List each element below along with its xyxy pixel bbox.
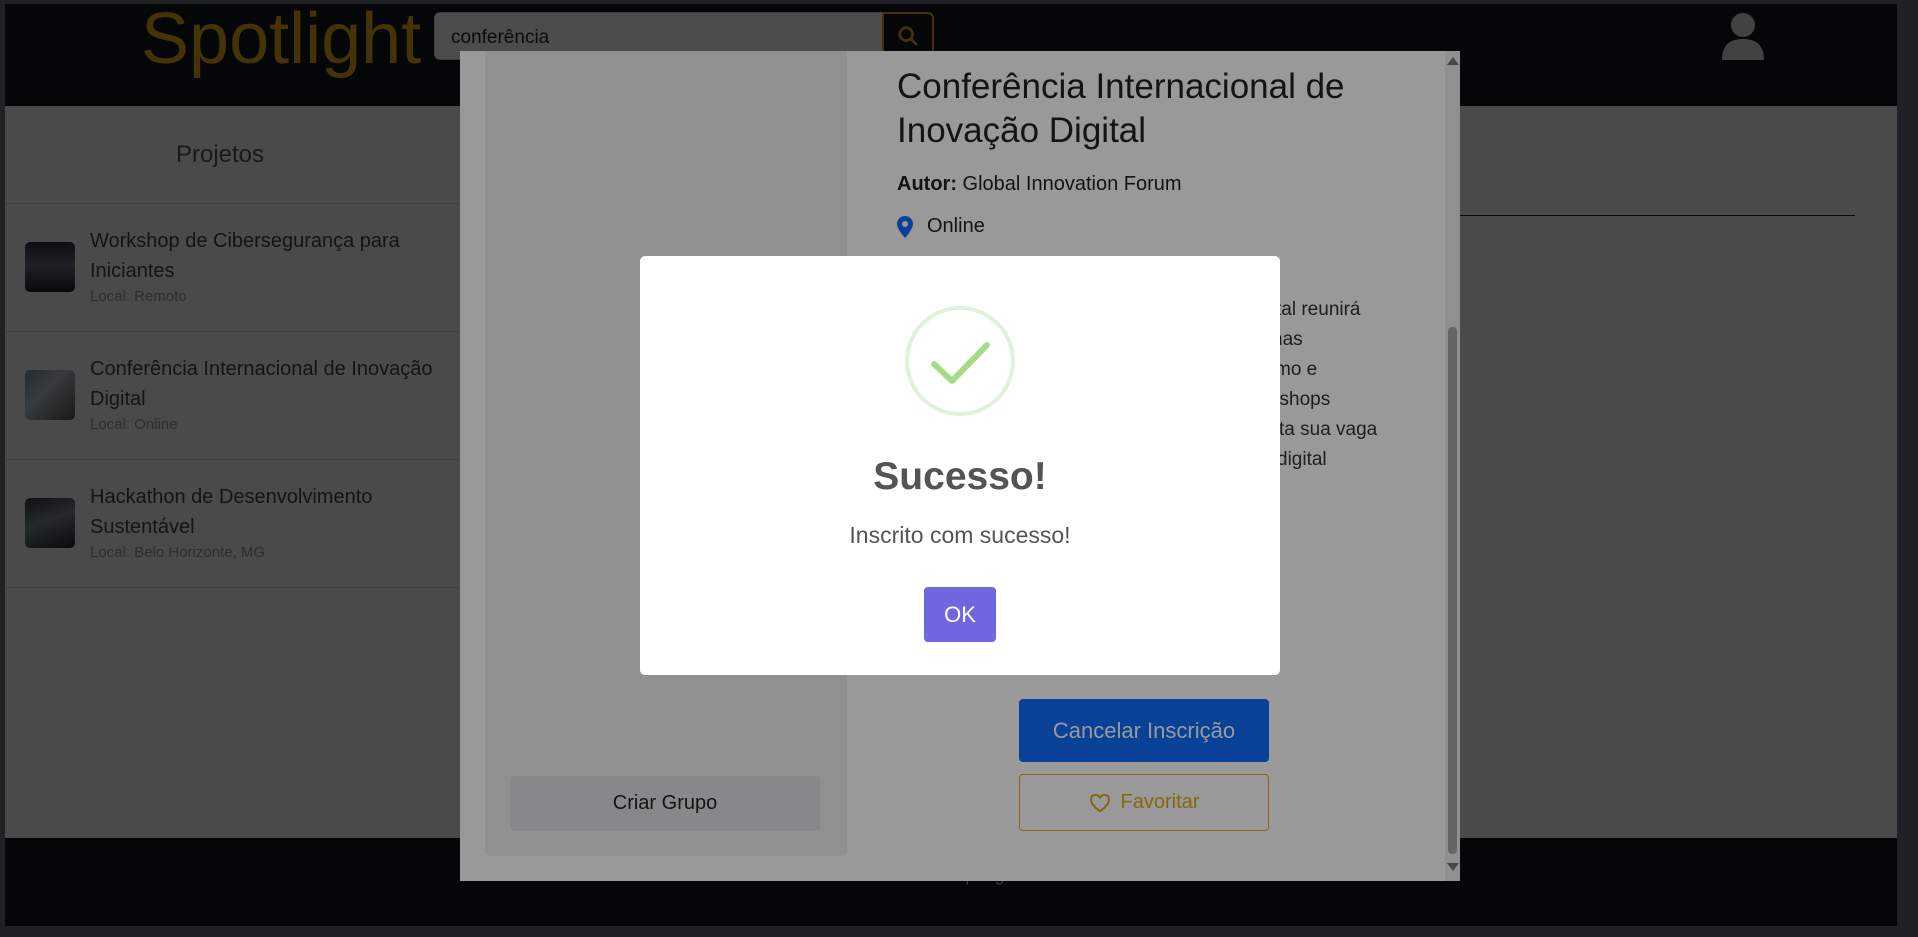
- success-check-icon: [905, 306, 1015, 416]
- success-dialog: Sucesso! Inscrito com sucesso! OK: [640, 256, 1280, 675]
- ok-button[interactable]: OK: [924, 587, 996, 642]
- alert-title: Sucesso!: [873, 455, 1047, 498]
- alert-message: Inscrito com sucesso!: [849, 522, 1071, 548]
- checkmark-icon: [931, 342, 990, 384]
